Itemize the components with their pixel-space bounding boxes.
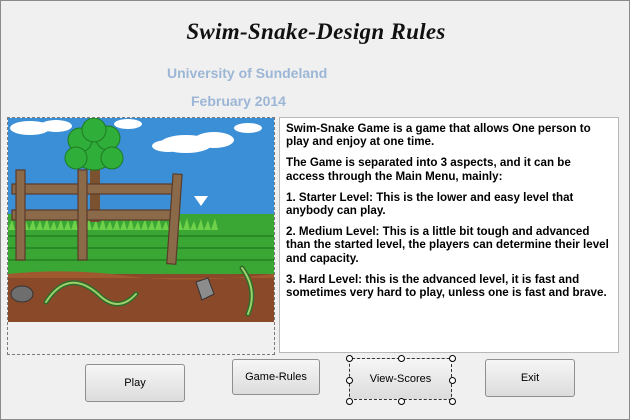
play-button[interactable]: Play [85, 364, 185, 402]
exit-button[interactable]: Exit [485, 359, 575, 397]
resize-handle[interactable] [449, 398, 456, 405]
app-window: Swim-Snake-Design Rules University of Su… [0, 0, 630, 420]
rules-paragraph: 1. Starter Level: This is the lower and … [286, 190, 574, 218]
resize-handle[interactable] [449, 377, 456, 384]
resize-handle[interactable] [346, 355, 353, 362]
rules-paragraph: 3. Hard Level: this is the advanced leve… [286, 272, 607, 300]
game-scene-illustration [8, 118, 274, 322]
date-label: February 2014 [191, 93, 286, 109]
game-rules-button[interactable]: Game-Rules [232, 359, 320, 395]
form-title: Swim-Snake-Design Rules [186, 19, 446, 44]
resize-handle[interactable] [398, 355, 405, 362]
game-scene-image [7, 117, 275, 355]
resize-handle[interactable] [398, 398, 405, 405]
rules-paragraph: 2. Medium Level: This is a little bit to… [286, 225, 609, 265]
rules-paragraph: The Game is separated into 3 aspects, an… [286, 156, 571, 183]
view-scores-button[interactable]: View-Scores [349, 358, 452, 400]
rules-textbox[interactable]: Swim-Snake Game is a game that allows On… [279, 117, 619, 353]
resize-handle[interactable] [346, 398, 353, 405]
resize-handle[interactable] [449, 355, 456, 362]
resize-handle[interactable] [346, 377, 353, 384]
university-label: University of Sundeland [167, 65, 328, 81]
rules-paragraph: Swim-Snake Game is a game that allows On… [286, 122, 591, 149]
